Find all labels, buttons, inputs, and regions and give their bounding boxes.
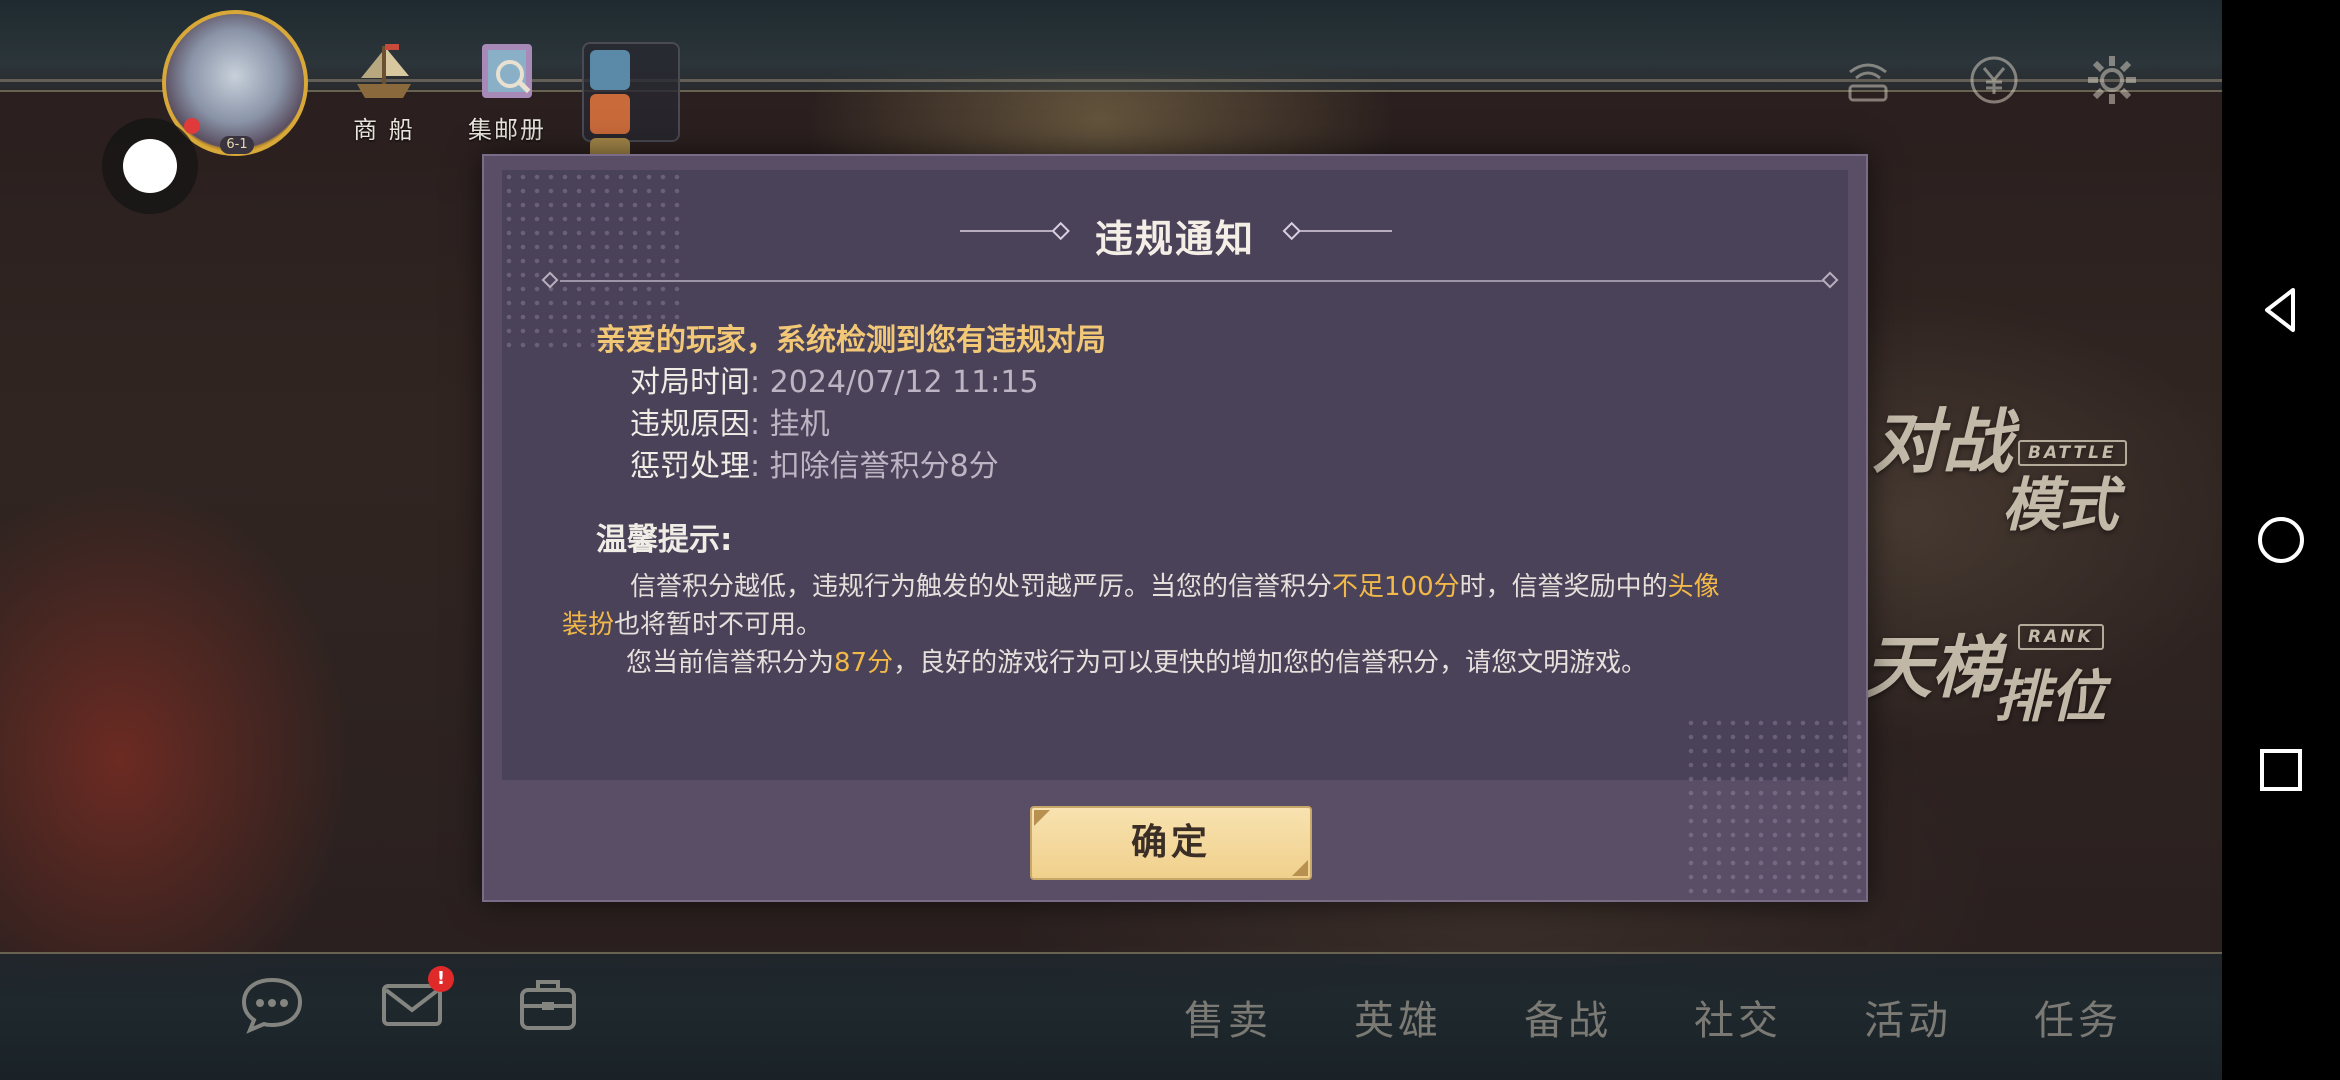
divider-end-right (1821, 271, 1839, 289)
info-row-match-time: 对局时间: 2024/07/12 11:15 (596, 362, 1826, 404)
info-value: 挂机 (769, 407, 830, 442)
menu-tasks[interactable]: 任务 (2034, 988, 2204, 1046)
menu-prepare[interactable]: 备战 (1524, 988, 1694, 1046)
album-label: 集邮册 (468, 116, 546, 144)
dialog-body: 违规通知 亲爱的玩家，系统检测到您有违规对局 对局时间: 2024/07/12 … (502, 170, 1848, 780)
title-right-ornament (1282, 222, 1392, 240)
info-label: 违规原因 (630, 407, 750, 442)
info-value: 2024/07/12 11:15 (769, 365, 1039, 400)
shop-label: 商 船 (353, 116, 415, 144)
home-circle-icon (2258, 517, 2304, 563)
info-label: 惩罚处理 (630, 449, 750, 484)
tip-paragraph-2: 您当前信誉积分为87分，良好的游戏行为可以更快的增加您的信誉积分，请您文明游戏。 (596, 644, 1826, 682)
stamp-album-icon (470, 34, 544, 108)
tip1-highlight-outfit: 装扮 (562, 610, 615, 640)
rank-mode-button[interactable]: 天梯 RANK 排位 (1864, 612, 2144, 762)
info-row-reason: 违规原因: 挂机 (596, 404, 1826, 446)
tips-title: 温馨提示: (596, 522, 733, 558)
dialog-title: 违规通知 (1094, 217, 1255, 261)
bundle-item-icon (590, 50, 630, 90)
tip1-text-2: 时，信誉奖励中的 (1459, 572, 1668, 602)
battle-mode-title-1: 对战 (1872, 400, 2012, 483)
nav-recents-button[interactable] (2222, 720, 2340, 820)
rank-mode-tag: RANK (2018, 624, 2104, 650)
album-button[interactable]: 集邮册 (462, 34, 552, 145)
mail-notification-badge: ! (428, 966, 454, 992)
menu-heroes[interactable]: 英雄 (1354, 988, 1524, 1046)
event-bundle-button[interactable] (582, 42, 680, 222)
currency-icon[interactable] (1966, 52, 2022, 108)
rank-mode-title-2: 排位 (1994, 664, 2106, 730)
tip-paragraph-1: 信誉积分越低，违规行为触发的处罚越严厉。当您的信誉积分不足100分时，信誉奖励中… (562, 568, 1826, 644)
tip1-text-1: 信誉积分越低，违规行为触发的处罚越严厉。当您的信誉积分 (630, 572, 1333, 602)
dialog-pattern-decoration (1684, 716, 1864, 896)
backpack-icon[interactable] (512, 968, 584, 1040)
info-separator: : (750, 365, 770, 400)
title-divider (560, 280, 1834, 282)
info-value: 扣除信誉积分8分 (769, 449, 999, 484)
avatar-level: 6-1 (220, 136, 254, 154)
nav-back-button[interactable] (2222, 260, 2340, 360)
floating-dot-icon (123, 139, 177, 193)
menu-social[interactable]: 社交 (1694, 988, 1864, 1046)
tip1-highlight-avatar: 头像 (1667, 572, 1720, 602)
bundle-item-icon (590, 94, 630, 134)
menu-events[interactable]: 活动 (1864, 988, 2034, 1046)
confirm-button[interactable]: 确定 (1030, 806, 1312, 880)
ship-icon (347, 34, 421, 108)
tip1-highlight-threshold: 不足100分 (1332, 572, 1460, 602)
info-label: 对局时间 (630, 365, 750, 400)
violation-notice-dialog: 违规通知 亲爱的玩家，系统检测到您有违规对局 对局时间: 2024/07/12 … (482, 154, 1868, 902)
rank-mode-title-1: 天梯 (1864, 628, 2001, 708)
greeting-text: 亲爱的玩家，系统检测到您有违规对局 (596, 323, 1106, 358)
dialog-content: 亲爱的玩家，系统检测到您有违规对局 对局时间: 2024/07/12 11:15… (562, 320, 1826, 682)
signal-icon[interactable] (1840, 52, 1896, 108)
battle-mode-title-2: 模式 (2002, 471, 2119, 539)
nav-home-button[interactable] (2222, 490, 2340, 590)
avatar-notification-dot (184, 118, 200, 134)
shop-ship-button[interactable]: 商 船 (344, 34, 424, 145)
battle-mode-button[interactable]: 对战 BATTLE 模式 (1872, 386, 2132, 539)
tip2-text-2: ，良好的游戏行为可以更快的增加您的信誉积分，请您文明游戏。 (893, 648, 1648, 678)
tip2-highlight-score: 87分 (834, 648, 894, 678)
tip2-text-1: 您当前信誉积分为 (626, 648, 835, 678)
recents-square-icon (2260, 749, 2302, 791)
system-navigation-bar (2222, 0, 2340, 1080)
info-row-penalty: 惩罚处理: 扣除信誉积分8分 (596, 446, 1826, 488)
tip1-text-3: 也将暂时不可用。 (614, 610, 823, 640)
floating-assist-button[interactable] (102, 118, 198, 214)
info-separator: : (750, 449, 770, 484)
back-triangle-icon (2265, 288, 2295, 332)
settings-gear-icon[interactable] (2084, 52, 2140, 108)
menu-sell[interactable]: 售卖 (1184, 988, 1354, 1046)
bottom-menu: 售卖 英雄 备战 社交 活动 任务 (1184, 988, 2204, 1046)
info-separator: : (750, 407, 770, 442)
chat-icon[interactable] (236, 968, 308, 1040)
